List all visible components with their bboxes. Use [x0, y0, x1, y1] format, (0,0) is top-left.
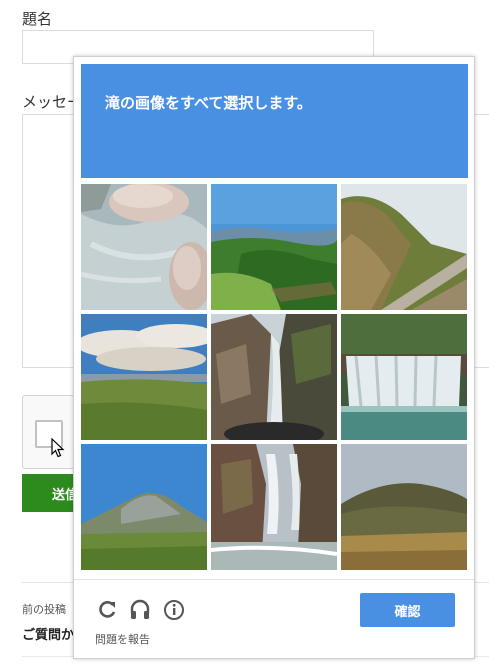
- tile-cloudy-meadow[interactable]: [81, 314, 207, 440]
- verify-button[interactable]: 確認: [360, 593, 455, 627]
- tile-rocks-stream[interactable]: [81, 184, 207, 310]
- captcha-instruction: 滝の画像をすべて選択します。: [105, 92, 312, 113]
- divider: [74, 579, 474, 580]
- captcha-image-grid: [81, 184, 468, 570]
- info-icon[interactable]: [163, 599, 185, 621]
- captcha-keyword: 滝: [105, 94, 121, 112]
- previous-post-label: 前の投稿: [22, 603, 66, 616]
- headphones-icon[interactable]: [129, 599, 151, 621]
- subject-label: 題名: [22, 10, 53, 28]
- message-label: メッセージ: [22, 93, 74, 111]
- captcha-instruction-text: の画像をすべて選択します。: [120, 94, 312, 112]
- tile-mountain-peak[interactable]: [81, 444, 207, 570]
- tile-wide-waterfall[interactable]: [341, 314, 467, 440]
- tile-green-hills[interactable]: [211, 184, 337, 310]
- captcha-header: 滝の画像をすべて選択します。: [81, 64, 468, 178]
- tile-grassy-hill[interactable]: [341, 444, 467, 570]
- cursor-icon: [51, 438, 65, 458]
- captcha-challenge-dialog: 滝の画像をすべて選択します。 問題を報告 確認: [73, 56, 475, 659]
- tile-waterfall-cliff[interactable]: [211, 314, 337, 440]
- tile-canyon-waterfall[interactable]: [211, 444, 337, 570]
- reload-icon[interactable]: [96, 599, 118, 621]
- report-problem-link[interactable]: 問題を報告: [95, 631, 150, 647]
- tile-mountain-road[interactable]: [341, 184, 467, 310]
